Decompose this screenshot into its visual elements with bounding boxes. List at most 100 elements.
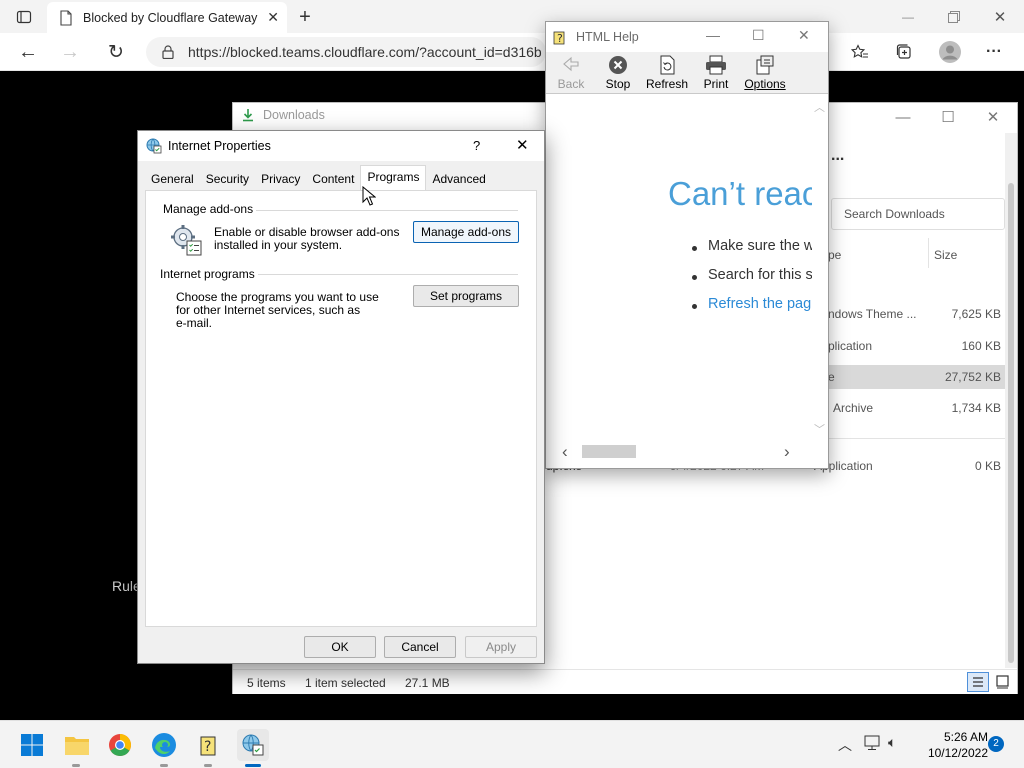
tab-security[interactable]: Security (200, 168, 255, 190)
dialog-close-icon[interactable]: ✕ (516, 136, 529, 154)
lock-icon (162, 45, 174, 59)
manage-addons-group-label: Manage add-ons (163, 202, 258, 216)
column-header-size[interactable]: Size (934, 248, 957, 262)
scrollbar-thumb[interactable] (1008, 183, 1014, 663)
options-button[interactable]: Options (740, 55, 790, 91)
back-arrow-icon[interactable]: ← (14, 38, 42, 66)
list-item: Make sure the w (692, 238, 814, 267)
downloads-titlebar: Downloads (241, 108, 325, 122)
mouse-pointer-icon (362, 186, 376, 206)
scroll-left-icon[interactable]: ‹ (562, 442, 568, 462)
system-clock[interactable]: 5:26 AM 10/12/2022 (918, 729, 988, 761)
tab-content[interactable]: Content (306, 168, 360, 190)
collections-icon[interactable] (890, 38, 918, 66)
tab-row: General Security Privacy Content Program… (145, 165, 492, 190)
options-icon (740, 55, 790, 75)
row-type[interactable]: plication (828, 339, 872, 353)
refresh-button[interactable]: Refresh (642, 55, 692, 91)
refresh-page-link[interactable]: Refresh the pag (692, 296, 814, 325)
downloads-close-icon[interactable]: ✕ (981, 109, 1005, 127)
refresh-label: Refresh (645, 77, 689, 91)
see-more-button[interactable]: ... (831, 147, 844, 165)
download-arrow-icon (241, 108, 255, 122)
help-button[interactable]: ? (473, 138, 480, 153)
refresh-icon[interactable]: ↻ (102, 38, 130, 66)
notification-badge[interactable]: 2 (988, 736, 1004, 752)
horizontal-scroll-thumb[interactable] (582, 445, 636, 458)
selection-size: 27.1 MB (405, 676, 450, 690)
tab-privacy[interactable]: Privacy (255, 168, 306, 190)
downloads-maximize-icon[interactable]: ☐ (936, 109, 960, 127)
row-size: 1,734 KB (951, 401, 1001, 415)
printer-icon (691, 55, 741, 75)
new-tab-icon[interactable]: + (291, 3, 319, 31)
html-help-taskbar-icon[interactable]: ? (192, 729, 224, 761)
apply-button[interactable]: Apply (465, 636, 537, 658)
help-vertical-scrollbar[interactable]: ︿ ﹀ (812, 95, 826, 441)
svg-text:?: ? (204, 739, 211, 755)
help-question-icon: ? (552, 29, 568, 45)
group-divider (258, 274, 518, 275)
active-indicator (245, 764, 261, 767)
row-type[interactable]: ndows Theme ... (828, 307, 917, 321)
set-programs-button[interactable]: Set programs (413, 285, 519, 307)
close-window-icon[interactable]: ✕ (986, 3, 1014, 31)
help-maximize-icon[interactable]: ☐ (752, 27, 765, 44)
browser-tab-active[interactable]: Blocked by Cloudflare Gateway ✕ (47, 2, 287, 33)
tab-actions-icon[interactable] (10, 3, 38, 31)
column-header-type[interactable]: pe (828, 248, 841, 262)
stop-button[interactable]: Stop (593, 55, 643, 91)
tab-general[interactable]: General (145, 168, 200, 190)
error-heading: Can’t reac (668, 175, 819, 212)
back-button[interactable]: Back (546, 55, 596, 91)
large-icons-view-icon[interactable] (993, 673, 1013, 691)
scroll-right-icon[interactable]: › (784, 442, 790, 462)
chrome-icon[interactable] (104, 729, 136, 761)
downloads-scrollbar[interactable] (1005, 133, 1017, 668)
details-view-icon[interactable] (967, 672, 989, 692)
internet-properties-taskbar-icon[interactable] (237, 729, 269, 761)
volume-icon[interactable]: 🔈︎ (888, 734, 896, 751)
search-downloads-input[interactable]: Search Downloads (831, 198, 1005, 230)
row-type[interactable]: e (828, 370, 835, 384)
help-minimize-icon[interactable]: — (706, 27, 720, 43)
network-icon[interactable] (864, 735, 882, 751)
running-indicator (72, 764, 80, 767)
html-help-toolbar: Back Stop Refresh Print Options (546, 52, 828, 94)
programs-tab-panel: Manage add-ons Enable or disable browser… (145, 190, 537, 627)
row-size: 160 KB (961, 339, 1001, 353)
file-explorer-icon[interactable] (61, 729, 93, 761)
running-indicator (160, 764, 168, 767)
ok-button[interactable]: OK (304, 636, 376, 658)
downloads-minimize-icon[interactable]: — (891, 109, 915, 127)
tab-advanced[interactable]: Advanced (426, 168, 491, 190)
print-button[interactable]: Print (691, 55, 741, 91)
profile-avatar[interactable] (936, 38, 964, 66)
back-arrow-icon (546, 55, 596, 75)
close-tab-icon[interactable]: ✕ (267, 9, 279, 26)
favorites-icon[interactable] (846, 38, 874, 66)
html-help-titlebar: ? HTML Help — ☐ ✕ (546, 22, 828, 52)
url-field[interactable]: https://blocked.teams.cloudflare.com/?ac… (146, 37, 546, 67)
minimize-icon[interactable]: — (894, 3, 922, 31)
edge-icon[interactable] (148, 729, 180, 761)
address-bar-row: ← → ↻ https://blocked.teams.cloudflare.c… (0, 33, 1024, 71)
manage-addons-button[interactable]: Manage add-ons (413, 221, 519, 243)
running-indicator (204, 764, 212, 767)
restore-icon[interactable] (940, 3, 968, 31)
internet-options-icon (146, 138, 162, 154)
start-windows-icon[interactable] (16, 729, 48, 761)
scroll-up-icon[interactable]: ︿ (814, 99, 825, 115)
addons-gear-icon (169, 223, 203, 257)
cancel-button[interactable]: Cancel (384, 636, 456, 658)
show-hidden-icons-chevron-icon[interactable]: ︿ (838, 735, 852, 755)
row-type[interactable]: Archive (833, 401, 873, 415)
more-menu-icon[interactable]: ··· (980, 38, 1008, 66)
internet-properties-dialog: Internet Properties ? ✕ General Security… (137, 130, 545, 664)
forward-arrow-icon[interactable]: → (56, 38, 84, 66)
row-size: 0 KB (974, 459, 1001, 473)
help-horizontal-scrollbar[interactable]: ‹ › (548, 441, 826, 463)
help-close-icon[interactable]: ✕ (798, 27, 810, 44)
scroll-down-icon[interactable]: ﹀ (814, 421, 825, 437)
print-label: Print (703, 77, 729, 91)
